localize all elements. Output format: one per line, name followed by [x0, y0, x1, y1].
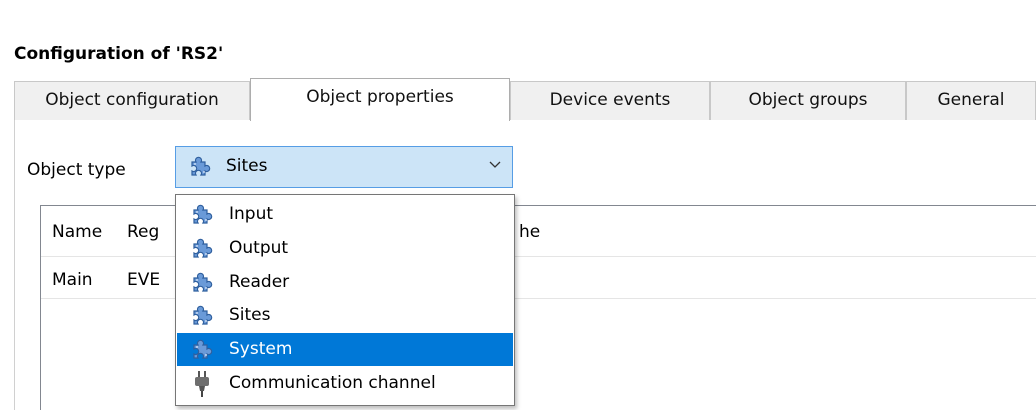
list-cell-reg[interactable]: EVE: [127, 270, 160, 290]
puzzle-piece-icon: [190, 271, 214, 295]
tab-strip: Object configuration Object properties D…: [14, 78, 1036, 121]
chevron-down-icon[interactable]: [488, 158, 502, 172]
tab-object-groups[interactable]: Object groups: [710, 81, 906, 120]
column-header-name[interactable]: Name: [52, 222, 102, 242]
puzzle-piece-icon: [190, 304, 214, 328]
column-header-partial[interactable]: he: [519, 222, 540, 242]
list-cell-name[interactable]: Main: [52, 270, 93, 290]
puzzle-piece-icon: [188, 155, 212, 179]
dropdown-option-output[interactable]: Output: [177, 232, 513, 265]
object-type-selected-value: Sites: [226, 156, 268, 176]
dropdown-option-label: Output: [229, 238, 289, 258]
tab-device-events[interactable]: Device events: [510, 81, 710, 120]
puzzle-piece-icon: [190, 237, 214, 261]
dialog-title: Configuration of 'RS2': [14, 44, 224, 64]
dropdown-option-sites[interactable]: Sites: [177, 299, 513, 332]
tab-general[interactable]: General: [906, 81, 1036, 120]
object-type-label: Object type: [27, 160, 126, 180]
puzzle-piece-icon: [190, 338, 214, 362]
dropdown-option-reader[interactable]: Reader: [177, 266, 513, 299]
dropdown-option-communication-channel[interactable]: Communication channel: [177, 367, 513, 400]
dropdown-option-label: Sites: [229, 305, 271, 325]
dropdown-option-label: Input: [229, 204, 274, 224]
column-header-reg[interactable]: Reg: [127, 222, 159, 242]
dropdown-option-label: System: [229, 339, 293, 359]
object-type-dropdown: Input Output Reader Sites System Communi…: [175, 194, 515, 406]
dropdown-option-label: Reader: [229, 272, 290, 292]
tab-object-properties[interactable]: Object properties: [250, 78, 510, 121]
dropdown-option-system[interactable]: System: [177, 333, 513, 366]
dropdown-option-input[interactable]: Input: [177, 198, 513, 231]
puzzle-piece-icon: [190, 203, 214, 227]
tab-object-configuration[interactable]: Object configuration: [14, 81, 250, 120]
plug-icon: [195, 371, 209, 397]
object-type-combobox[interactable]: Sites: [175, 146, 513, 188]
dropdown-option-label: Communication channel: [229, 373, 436, 393]
